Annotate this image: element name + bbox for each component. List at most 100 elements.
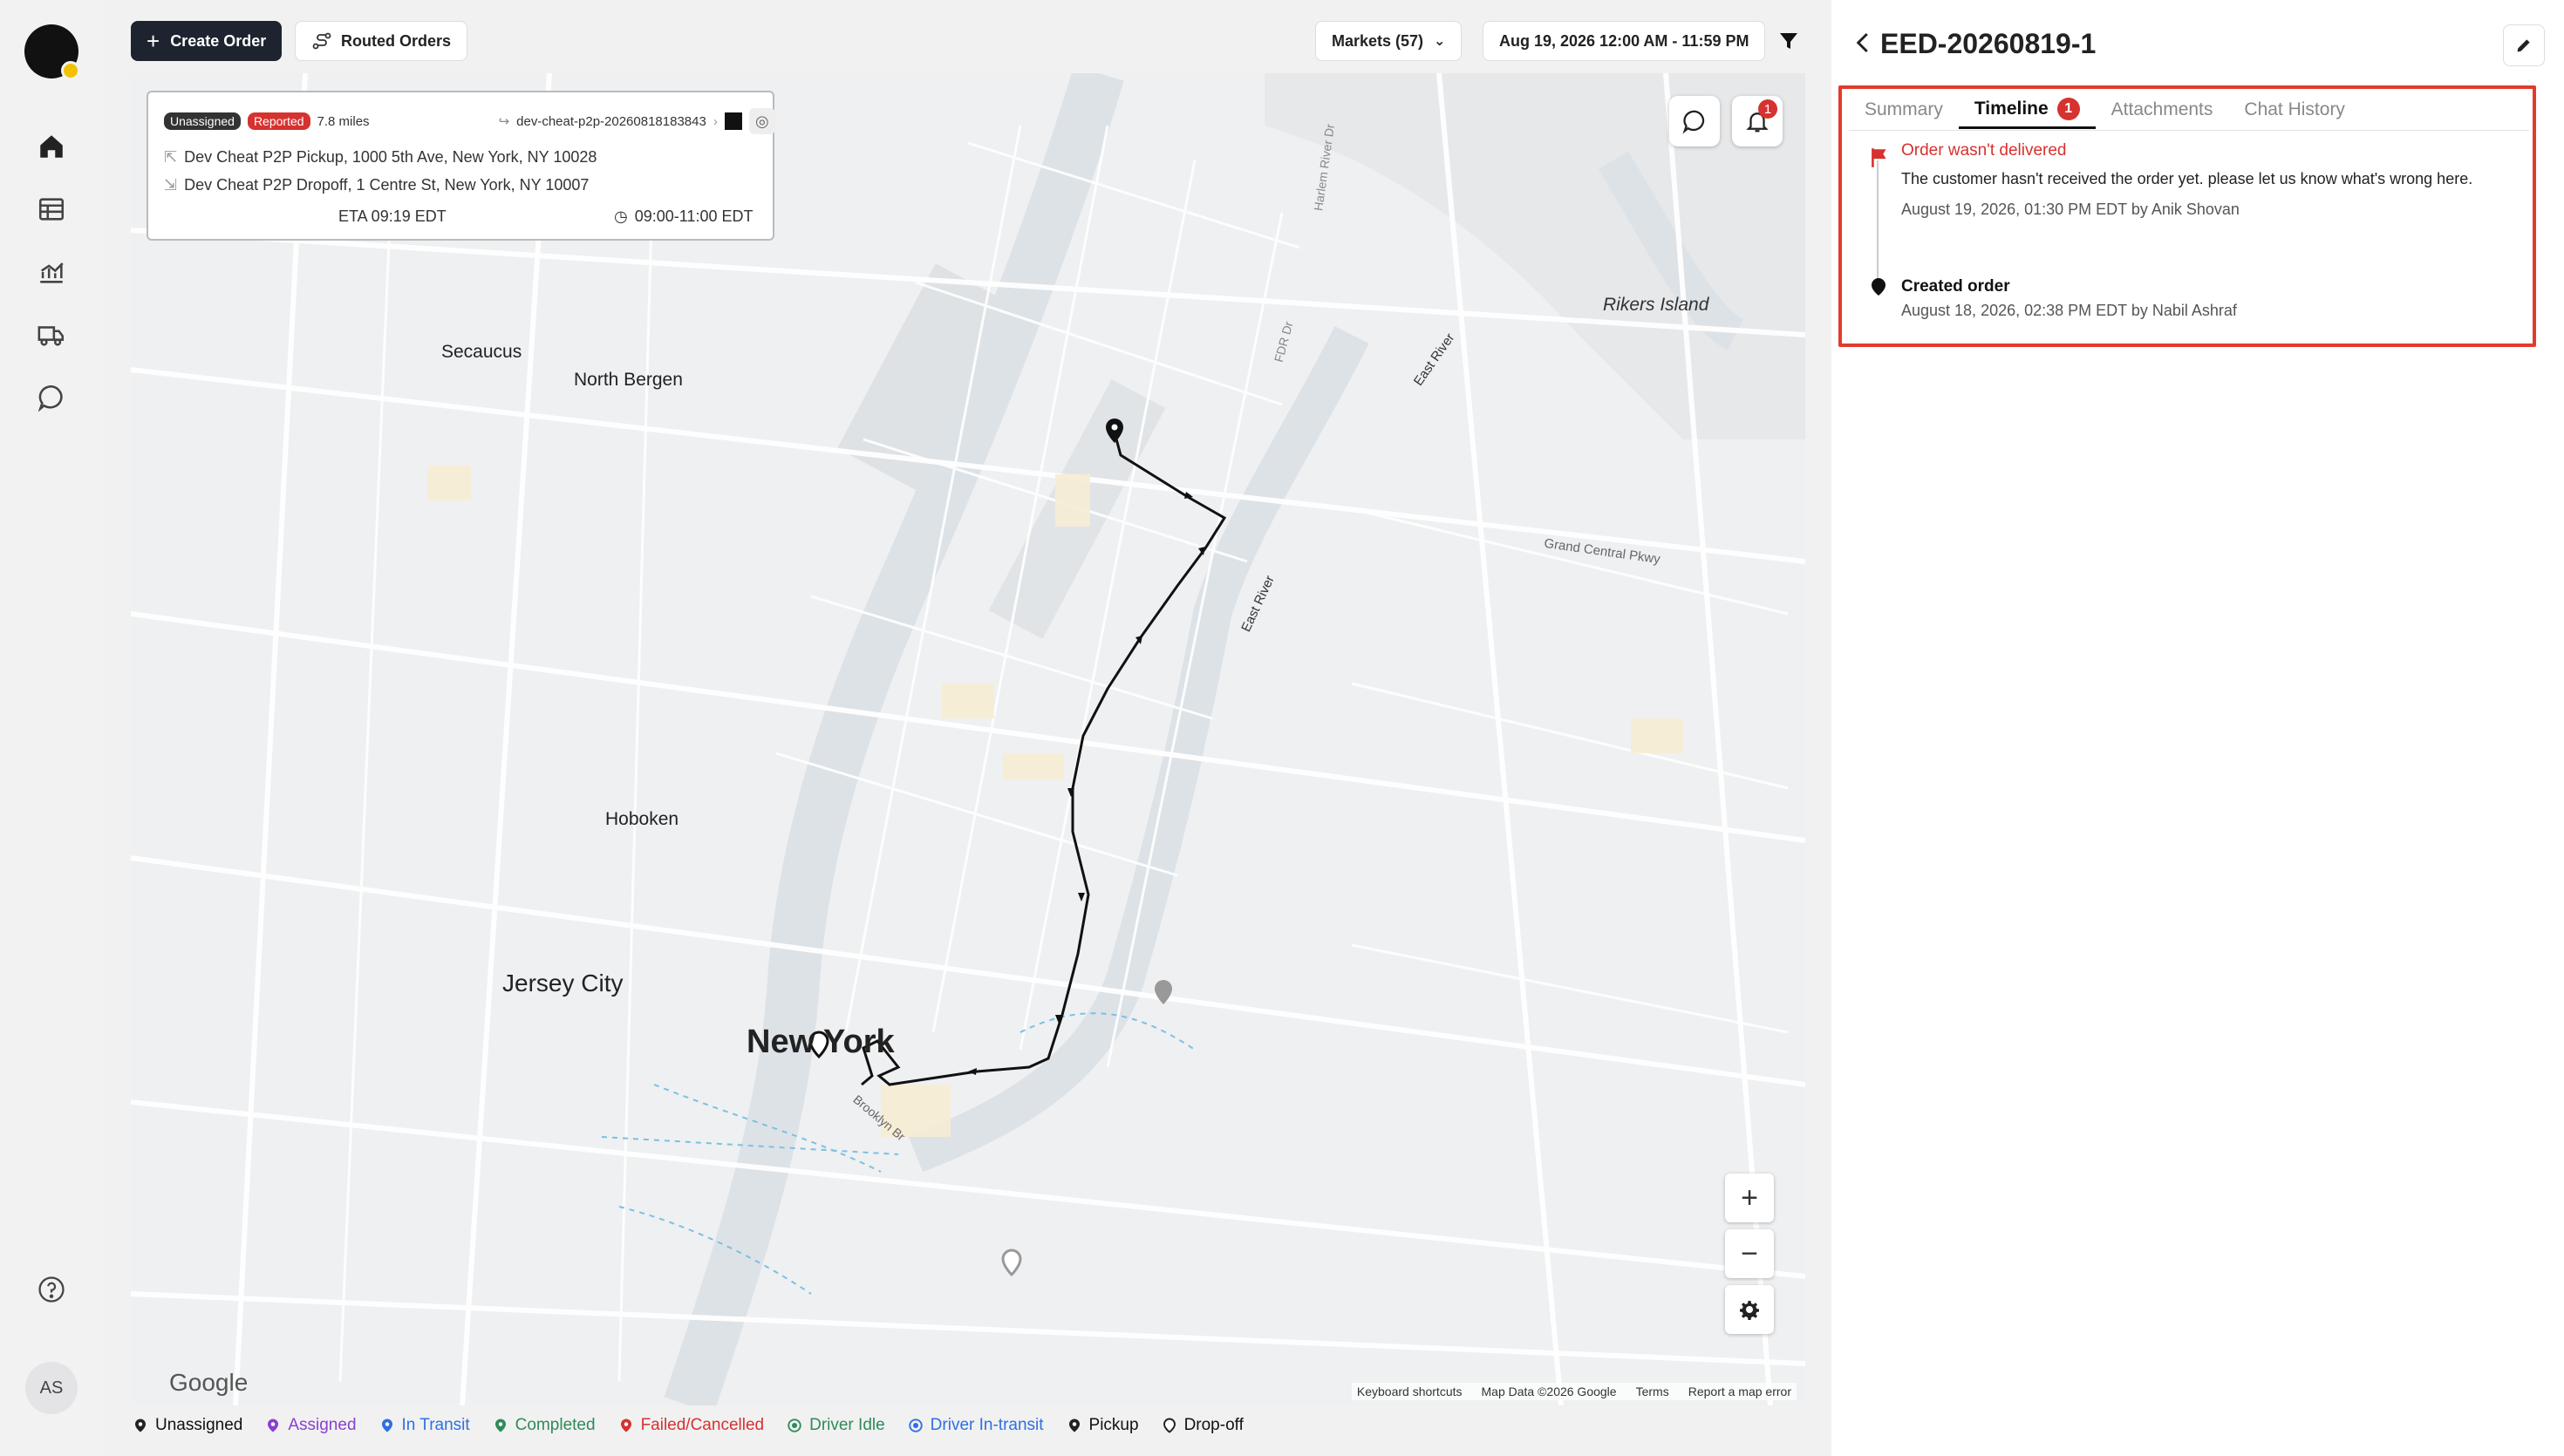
- legend-label: In Transit: [401, 1416, 470, 1434]
- map-settings-button[interactable]: [1725, 1285, 1774, 1334]
- chevron-down-icon: ⌄: [1434, 34, 1446, 49]
- map-pin-icon: [135, 1419, 146, 1432]
- filter-icon[interactable]: [1769, 21, 1809, 61]
- analytics-icon[interactable]: [30, 250, 73, 294]
- help-icon[interactable]: [30, 1268, 73, 1311]
- legend-item: Completed: [493, 1416, 596, 1435]
- order-card[interactable]: Unassigned Reported 7.8 miles ↪ dev-chea…: [147, 91, 775, 241]
- timeline-entry-not-delivered: Order wasn't delivered The customer hasn…: [1901, 141, 2512, 219]
- timeline-entry-created: Created order August 18, 2026, 02:38 PM …: [1901, 277, 2512, 320]
- location-pin-icon: [1872, 278, 1885, 296]
- legend-item: In Transit: [379, 1416, 470, 1435]
- markets-label: Markets (57): [1332, 31, 1424, 50]
- route-icon: [312, 32, 331, 50]
- legend-label: Failed/Cancelled: [640, 1416, 765, 1434]
- legend-item: Unassigned: [133, 1416, 242, 1435]
- create-order-label: Create Order: [170, 31, 267, 50]
- app-logo[interactable]: [24, 24, 80, 80]
- map-section: + Create Order Routed Orders Markets (57…: [103, 0, 1847, 1456]
- map-pin-icon: [1068, 1419, 1080, 1432]
- table-icon[interactable]: [30, 187, 73, 231]
- edit-button[interactable]: [2503, 24, 2545, 66]
- delivery-truck-icon[interactable]: [30, 313, 73, 357]
- tab-summary[interactable]: Summary: [1849, 91, 1959, 129]
- status-badge-unassigned: Unassigned: [164, 112, 241, 130]
- notification-count-badge: 1: [1758, 99, 1777, 119]
- map-data-text: Map Data ©2026 Google: [1481, 1385, 1617, 1398]
- locate-icon[interactable]: ◎: [748, 108, 775, 134]
- legend-item: Drop-off: [1162, 1416, 1244, 1435]
- order-id-title: EED-20260819-1: [1880, 28, 2097, 59]
- legend-item: Pickup: [1067, 1416, 1139, 1435]
- map-label-secaucus: Secaucus: [441, 342, 522, 362]
- flag-icon: [1872, 148, 1886, 167]
- clock-icon: ◷: [614, 208, 628, 225]
- timeline-count-badge: 1: [2056, 97, 2080, 120]
- keyboard-shortcuts-link[interactable]: Keyboard shortcuts: [1357, 1385, 1463, 1398]
- legend-label: Drop-off: [1183, 1416, 1244, 1434]
- map-label-jersey-city: Jersey City: [502, 970, 624, 997]
- gear-icon: [1740, 1301, 1759, 1320]
- map-pin-icon: [268, 1419, 279, 1432]
- zoom-in-button[interactable]: +: [1725, 1174, 1774, 1222]
- pencil-icon: [2517, 39, 2530, 52]
- link-icon: ↪: [498, 114, 510, 129]
- driver-status-icon: [788, 1419, 801, 1432]
- pickup-address: Dev Cheat P2P Pickup, 1000 5th Ave, New …: [184, 148, 597, 166]
- map-pin-icon: [494, 1419, 506, 1432]
- tab-timeline[interactable]: Timeline 1: [1958, 91, 2096, 129]
- tab-chat-history[interactable]: Chat History: [2228, 91, 2361, 129]
- report-error-link[interactable]: Report a map error: [1688, 1385, 1791, 1398]
- legend-label: Driver In-transit: [930, 1416, 1044, 1434]
- create-order-button[interactable]: + Create Order: [131, 21, 283, 61]
- legend-item: Driver In-transit: [908, 1416, 1044, 1435]
- map-canvas[interactable]: Secaucus North Bergen Hoboken Jersey Cit…: [131, 73, 1805, 1405]
- zoom-out-button[interactable]: −: [1725, 1229, 1774, 1278]
- map-legend: Unassigned Assigned In Transit Completed Fai…: [133, 1416, 1244, 1435]
- dropoff-icon: ⇲: [164, 176, 178, 194]
- tab-attachments[interactable]: Attachments: [2096, 91, 2229, 129]
- env-badge-icon: [61, 61, 80, 80]
- map-pin-icon: [1163, 1418, 1176, 1433]
- home-icon[interactable]: [30, 125, 73, 168]
- routed-orders-button[interactable]: Routed Orders: [295, 21, 468, 61]
- map-footer: Keyboard shortcuts Map Data ©2026 Google…: [1351, 1383, 1797, 1400]
- chat-icon[interactable]: [30, 376, 73, 419]
- left-nav: AS: [0, 0, 103, 1456]
- markets-dropdown[interactable]: Markets (57) ⌄: [1315, 21, 1463, 61]
- timeline-entry-title: Order wasn't delivered: [1901, 141, 2067, 160]
- detail-tabs: Summary Timeline 1 Attachments Chat Hist…: [1849, 91, 2529, 131]
- date-range-picker[interactable]: Aug 19, 2026 12:00 AM - 11:59 PM: [1483, 21, 1766, 61]
- legend-item: Failed/Cancelled: [618, 1416, 765, 1435]
- order-ref-text: dev-cheat-p2p-20260818183843: [516, 113, 706, 129]
- timeline-entry-meta: August 18, 2026, 02:38 PM EDT by Nabil A…: [1901, 302, 2237, 319]
- eta-text: ETA 09:19 EDT: [338, 208, 447, 225]
- terms-link[interactable]: Terms: [1636, 1385, 1669, 1398]
- legend-item: Assigned: [265, 1416, 357, 1435]
- notifications-button[interactable]: 1: [1732, 96, 1783, 146]
- legend-label: Completed: [515, 1416, 596, 1434]
- pickup-icon: ⇱: [164, 148, 178, 166]
- map-label-north-bergen: North Bergen: [574, 370, 683, 390]
- driver-status-icon: [908, 1419, 923, 1432]
- back-arrow-icon[interactable]: [1851, 30, 1877, 56]
- chat-bubble-icon: [1682, 110, 1705, 134]
- tab-timeline-label: Timeline: [1974, 98, 2049, 119]
- time-window-text: 09:00-11:00 EDT: [634, 208, 754, 225]
- legend-label: Driver Idle: [809, 1416, 885, 1434]
- color-swatch: [724, 112, 742, 130]
- plus-icon: +: [147, 27, 160, 54]
- map-label-rikers: Rikers Island: [1603, 295, 1709, 315]
- order-detail-panel: EED-20260819-1 Summary Timeline 1 Attach…: [1831, 0, 2564, 1456]
- map-label-hoboken: Hoboken: [605, 809, 679, 829]
- user-avatar[interactable]: AS: [25, 1362, 78, 1414]
- google-logo: Google: [169, 1369, 249, 1396]
- routed-orders-label: Routed Orders: [341, 31, 452, 50]
- chevron-right-icon: ›: [713, 113, 718, 129]
- legend-label: Assigned: [288, 1416, 357, 1434]
- map-chat-button[interactable]: [1669, 96, 1720, 146]
- timeline-connector: [1877, 160, 1879, 279]
- map-pin-icon: [620, 1419, 631, 1432]
- map-background: [131, 73, 1805, 1405]
- dropoff-address: Dev Cheat P2P Dropoff, 1 Centre St, New …: [184, 176, 590, 194]
